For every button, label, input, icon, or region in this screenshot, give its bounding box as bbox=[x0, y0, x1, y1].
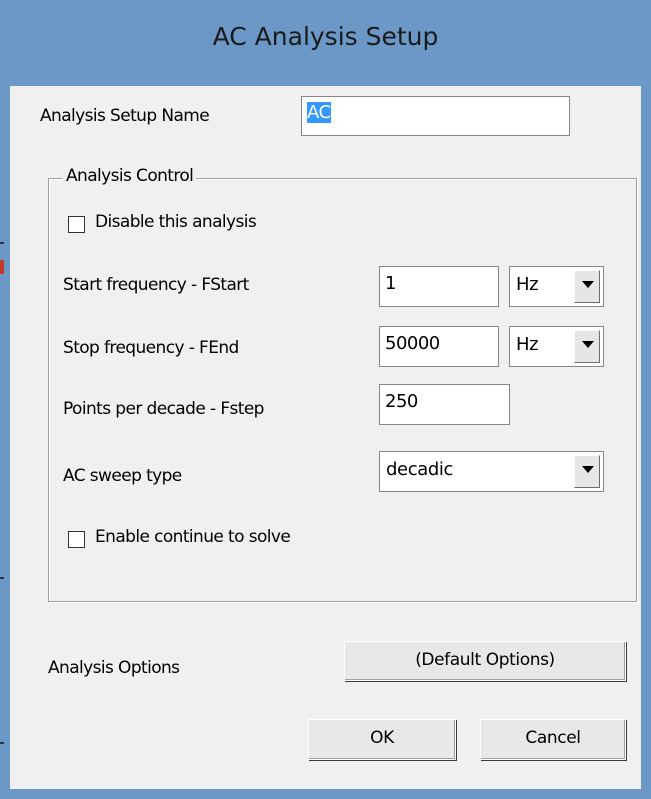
background-edge-mark bbox=[0, 742, 4, 744]
start-unit-dropdown-button[interactable] bbox=[574, 270, 600, 303]
ok-button[interactable]: OK bbox=[308, 719, 456, 760]
stop-frequency-label: Stop frequency - FEnd bbox=[63, 338, 239, 358]
sweep-type-value: decadic bbox=[386, 459, 453, 480]
points-per-decade-label: Points per decade - Fstep bbox=[63, 399, 264, 419]
dialog-window: AC Analysis Setup Analysis Setup Name AC… bbox=[0, 0, 651, 799]
stop-frequency-unit-value: Hz bbox=[516, 334, 539, 355]
setup-name-label: Analysis Setup Name bbox=[40, 106, 210, 126]
ok-button-label: OK bbox=[370, 728, 394, 748]
start-frequency-unit-select[interactable]: Hz bbox=[509, 266, 604, 307]
disable-analysis-checkbox[interactable] bbox=[68, 216, 85, 233]
window-title: AC Analysis Setup bbox=[212, 22, 439, 51]
disable-analysis-label[interactable]: Disable this analysis bbox=[95, 212, 257, 232]
analysis-control-group: Analysis Control Disable this analysis S… bbox=[48, 166, 637, 602]
sweep-type-select[interactable]: decadic bbox=[379, 451, 604, 492]
default-options-button[interactable]: (Default Options) bbox=[344, 641, 626, 681]
start-frequency-input[interactable]: 1 bbox=[379, 266, 499, 307]
dialog-client-area: Analysis Setup Name AC Analysis Control … bbox=[10, 86, 641, 789]
points-per-decade-input[interactable]: 250 bbox=[379, 384, 510, 425]
setup-name-value: AC bbox=[307, 102, 331, 123]
continue-to-solve-checkbox[interactable] bbox=[68, 531, 85, 548]
stop-frequency-unit-select[interactable]: Hz bbox=[509, 326, 604, 367]
background-edge-mark bbox=[0, 242, 4, 244]
start-frequency-label: Start frequency - FStart bbox=[63, 275, 249, 295]
analysis-control-legend: Analysis Control bbox=[63, 166, 197, 186]
cancel-button[interactable]: Cancel bbox=[480, 719, 626, 760]
default-options-button-label: (Default Options) bbox=[415, 650, 555, 670]
continue-to-solve-label[interactable]: Enable continue to solve bbox=[95, 527, 291, 547]
analysis-options-label: Analysis Options bbox=[48, 658, 180, 678]
background-edge-mark bbox=[0, 260, 4, 274]
stop-unit-dropdown-button[interactable] bbox=[574, 330, 600, 363]
chevron-down-icon bbox=[582, 466, 594, 473]
sweep-type-label: AC sweep type bbox=[63, 466, 182, 486]
title-bar[interactable]: AC Analysis Setup bbox=[0, 0, 651, 86]
setup-name-input[interactable]: AC bbox=[301, 96, 570, 136]
start-frequency-unit-value: Hz bbox=[516, 274, 539, 295]
background-edge-mark bbox=[0, 577, 4, 579]
sweep-type-dropdown-button[interactable] bbox=[574, 455, 600, 488]
chevron-down-icon bbox=[582, 341, 594, 348]
stop-frequency-input[interactable]: 50000 bbox=[379, 326, 499, 367]
cancel-button-label: Cancel bbox=[525, 728, 581, 748]
chevron-down-icon bbox=[582, 281, 594, 288]
